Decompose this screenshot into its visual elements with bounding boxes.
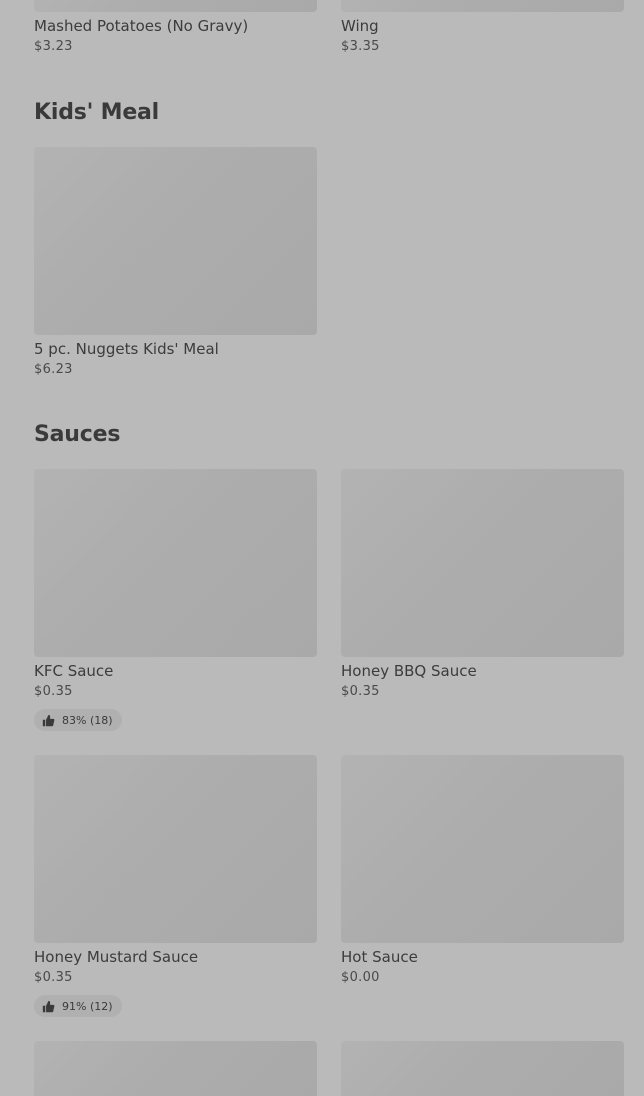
item-image[interactable] <box>34 469 317 657</box>
item-price: $0.00 <box>341 970 380 985</box>
item-price: $0.35 <box>34 684 73 699</box>
section-title-kids-meal: Kids' Meal <box>34 100 160 125</box>
rating-badge: 91% (12) <box>34 995 122 1017</box>
item-price: $0.35 <box>341 684 380 699</box>
menu-page: Mashed Potatoes (No Gravy) $3.23 Wing $3… <box>0 0 644 1096</box>
menu-item-card[interactable] <box>34 1041 317 1096</box>
menu-item-card[interactable]: Hot Sauce $0.00 <box>341 755 624 987</box>
thumbs-up-icon <box>42 714 55 726</box>
item-name: Wing <box>341 17 379 35</box>
menu-item-card[interactable] <box>341 1041 624 1096</box>
item-name: KFC Sauce <box>34 662 114 680</box>
rating-badge: 83% (18) <box>34 709 122 731</box>
menu-item-card[interactable]: Honey Mustard Sauce $0.35 91% (12) <box>34 755 317 1017</box>
item-image[interactable] <box>34 0 317 12</box>
item-image[interactable] <box>341 1041 624 1096</box>
thumbs-up-icon <box>42 1000 55 1012</box>
item-image[interactable] <box>34 147 317 335</box>
section-title-sauces: Sauces <box>34 422 121 447</box>
menu-item-card[interactable]: Honey BBQ Sauce $0.35 <box>341 469 624 701</box>
rating-text: 83% (18) <box>62 713 113 727</box>
item-name: Honey BBQ Sauce <box>341 662 477 680</box>
menu-item-card[interactable]: 5 pc. Nuggets Kids' Meal $6.23 <box>34 147 317 379</box>
item-price: $3.35 <box>341 39 380 54</box>
item-name: Honey Mustard Sauce <box>34 948 199 966</box>
menu-item-card[interactable]: KFC Sauce $0.35 83% (18) <box>34 469 317 731</box>
item-price: $3.23 <box>34 39 73 54</box>
item-price: $0.35 <box>34 970 73 985</box>
item-image[interactable] <box>341 755 624 943</box>
rating-text: 91% (12) <box>62 999 113 1013</box>
menu-item-card[interactable]: Mashed Potatoes (No Gravy) $3.23 <box>34 0 317 56</box>
item-name: 5 pc. Nuggets Kids' Meal <box>34 340 219 358</box>
item-price: $6.23 <box>34 362 73 377</box>
menu-item-card[interactable]: Wing $3.35 <box>341 0 624 56</box>
item-name: Mashed Potatoes (No Gravy) <box>34 17 249 35</box>
item-image[interactable] <box>341 0 624 12</box>
item-name: Hot Sauce <box>341 948 418 966</box>
item-image[interactable] <box>34 755 317 943</box>
item-image[interactable] <box>34 1041 317 1096</box>
item-image[interactable] <box>341 469 624 657</box>
